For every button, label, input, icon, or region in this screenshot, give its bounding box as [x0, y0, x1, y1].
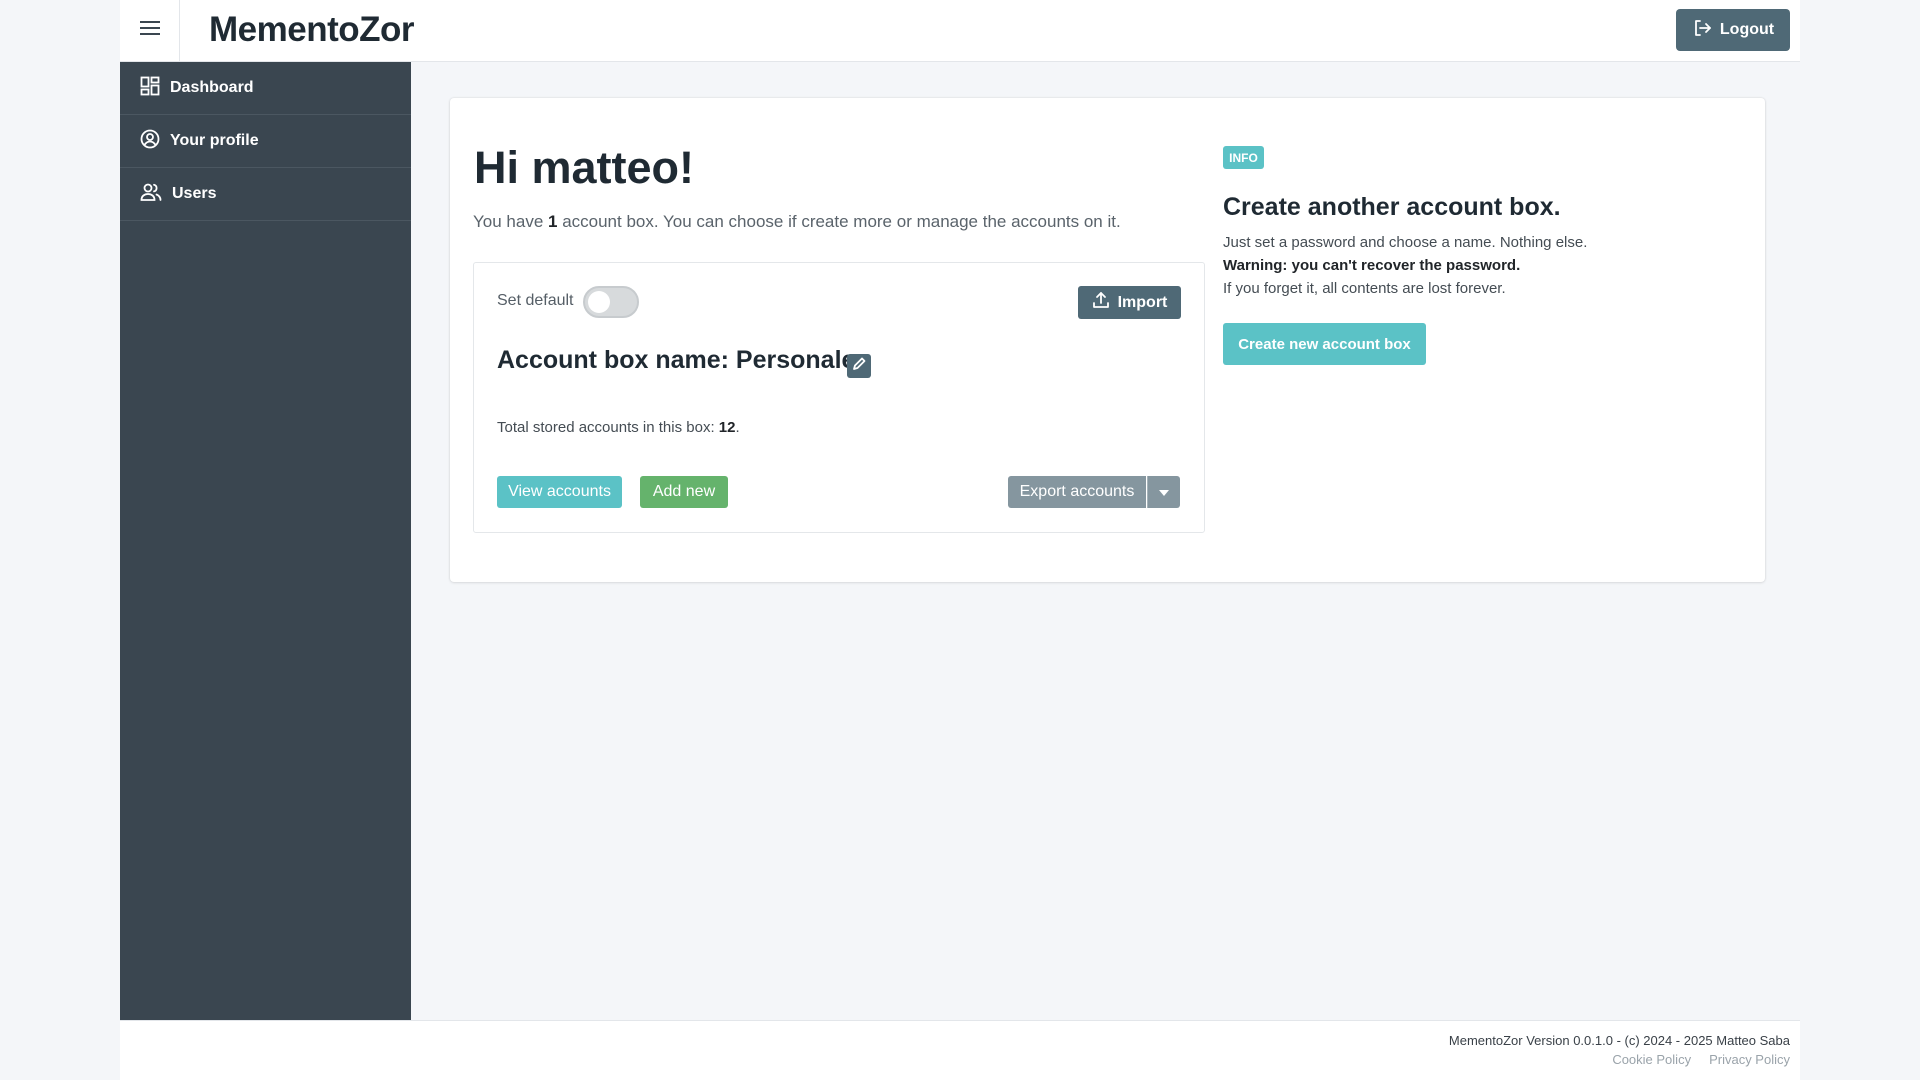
- upload-icon: [1092, 291, 1110, 314]
- intro-prefix: You have: [473, 212, 548, 231]
- info-warning: Warning: you can't recover the password.: [1223, 257, 1521, 274]
- brand-title[interactable]: MementoZor: [209, 10, 415, 50]
- dashboard-icon: [140, 76, 160, 101]
- logout-icon: [1692, 18, 1712, 43]
- user-circle-icon: [140, 129, 160, 154]
- privacy-policy-link[interactable]: Privacy Policy: [1709, 1052, 1790, 1067]
- info-badge: INFO: [1223, 146, 1264, 169]
- total-suffix: .: [735, 419, 740, 436]
- info-text: If you forget it, all contents are lost …: [1223, 280, 1506, 297]
- menu-toggle-button[interactable]: [120, 0, 180, 61]
- export-dropdown-toggle[interactable]: [1147, 476, 1180, 508]
- sidebar-item-dashboard[interactable]: Dashboard: [120, 62, 411, 115]
- logout-button[interactable]: Logout: [1676, 9, 1790, 51]
- sidebar-item-label: Users: [172, 185, 217, 202]
- total-prefix: Total stored accounts in this box:: [497, 419, 719, 436]
- info-text: Just set a password and choose a name. N…: [1223, 234, 1588, 251]
- import-button[interactable]: Import: [1078, 286, 1181, 319]
- total-accounts-count: 12: [718, 419, 736, 436]
- edit-name-button[interactable]: [847, 354, 871, 378]
- sidebar-item-profile[interactable]: Your profile: [120, 115, 411, 168]
- sidebar: Dashboard Your profile Users: [120, 62, 411, 1020]
- intro-suffix: account box. You can choose if create mo…: [557, 212, 1121, 231]
- account-box-name: Account box name: Personale: [497, 346, 856, 374]
- total-accounts-text: Total stored accounts in this box: 12.: [497, 419, 740, 436]
- pencil-icon: [852, 357, 866, 376]
- version-text: MementoZor Version 0.0.1.0 - (c) 2024 - …: [1448, 1033, 1790, 1048]
- footer: MementoZor Version 0.0.1.0 - (c) 2024 - …: [120, 1020, 1800, 1080]
- hamburger-icon: [139, 19, 161, 42]
- sidebar-item-label: Your profile: [170, 132, 259, 149]
- set-default-label: Set default: [497, 292, 574, 309]
- page-title: Hi matteo!: [474, 142, 695, 193]
- users-icon: [140, 182, 162, 207]
- import-label: Import: [1117, 293, 1168, 311]
- set-default-toggle[interactable]: [583, 286, 639, 318]
- sidebar-item-label: Dashboard: [170, 79, 254, 96]
- sidebar-item-users[interactable]: Users: [120, 168, 411, 221]
- app-window: MementoZor Logout Dashboard Your profile: [120, 0, 1800, 1080]
- cookie-policy-link[interactable]: Cookie Policy: [1612, 1052, 1691, 1067]
- export-accounts-button[interactable]: Export accounts: [1008, 476, 1146, 508]
- create-account-box-button[interactable]: Create new account box: [1223, 323, 1426, 365]
- add-new-button[interactable]: Add new: [640, 476, 728, 508]
- footer-links: Cookie Policy Privacy Policy: [1612, 1052, 1790, 1067]
- intro-text: You have 1 account box. You can choose i…: [473, 212, 1121, 232]
- dashboard-card: Hi matteo! You have 1 account box. You c…: [450, 98, 1765, 582]
- top-bar: MementoZor Logout: [120, 0, 1800, 62]
- logout-label: Logout: [1719, 21, 1775, 38]
- caret-down-icon: [1159, 483, 1169, 501]
- info-title: Create another account box.: [1223, 193, 1561, 221]
- account-box-panel: Set default Import Account box name: Per…: [473, 262, 1205, 533]
- view-accounts-button[interactable]: View accounts: [497, 476, 622, 508]
- toggle-knob: [588, 291, 610, 313]
